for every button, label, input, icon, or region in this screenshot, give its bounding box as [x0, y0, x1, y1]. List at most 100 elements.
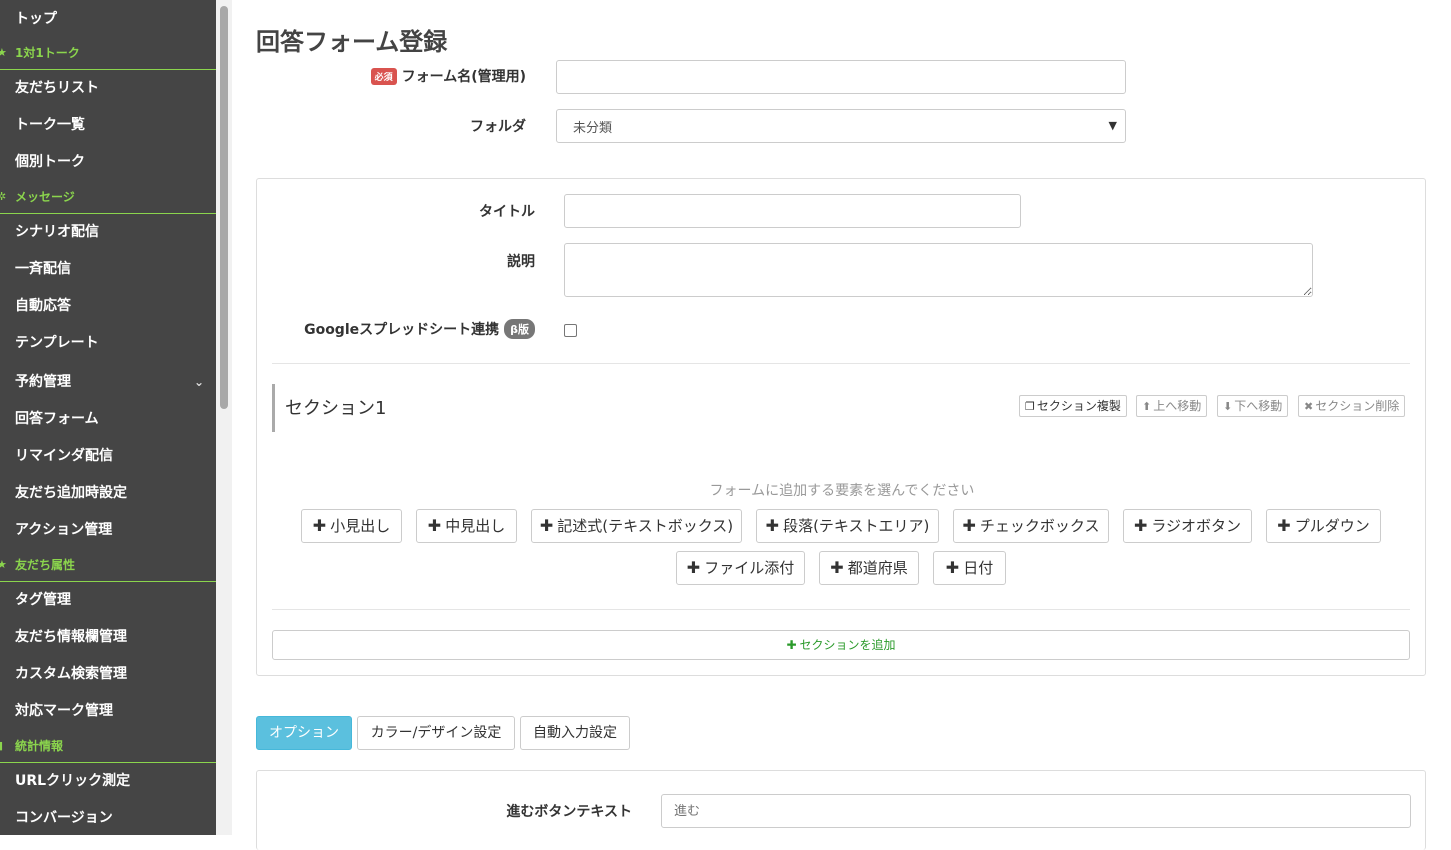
sidebar-item-talk-list[interactable]: トーク一覧 — [0, 107, 216, 144]
section-copy-label: セクション複製 — [1036, 399, 1121, 413]
close-icon: ✖ — [1304, 400, 1314, 413]
description-textarea[interactable] — [564, 243, 1313, 297]
sidebar-item-label: 自動応答 — [15, 298, 71, 314]
arrow-up-icon: ⬆ — [1142, 400, 1152, 413]
divider — [272, 609, 1410, 610]
element-label: 都道府県 — [847, 559, 908, 577]
form-name-input[interactable] — [556, 60, 1126, 94]
sidebar-item-friend-add-settings[interactable]: 友だち追加時設定 — [0, 475, 216, 512]
tab-autofill[interactable]: 自動入力設定 — [520, 716, 630, 750]
section-copy-button[interactable]: ❐ セクション複製 — [1019, 395, 1127, 417]
element-label: 小見出し — [330, 517, 391, 535]
star-icon: ★ — [0, 558, 7, 571]
sidebar-section-message: ✲ メッセージ — [0, 181, 216, 214]
next-button-text-label: 進むボタンテキスト — [506, 804, 632, 820]
sidebar: トップ ★ 1対1トーク 友だちリスト トーク一覧 個別トーク ✲ メッセージ シナ… — [0, 0, 216, 835]
plus-icon: ✚ — [962, 516, 976, 535]
sidebar-item-marks[interactable]: 対応マーク管理 — [0, 693, 216, 730]
move-up-label: 上へ移動 — [1153, 399, 1202, 413]
plus-icon: ✚ — [427, 516, 442, 535]
folder-select[interactable]: 未分類 ▼ — [556, 109, 1126, 143]
sidebar-section-stats: ▮ 統計情報 — [0, 730, 216, 763]
sidebar-section-label: 1対1トーク — [15, 46, 80, 60]
section-delete-button[interactable]: ✖ セクション削除 — [1298, 395, 1406, 417]
sidebar-item-label: トップ — [15, 11, 57, 27]
sidebar-item-label: 回答フォーム — [15, 411, 99, 427]
sidebar-item-broadcast[interactable]: 一斉配信 — [0, 251, 216, 288]
section-marker — [272, 384, 275, 432]
sidebar-item-url-click[interactable]: URLクリック測定 — [0, 763, 216, 800]
add-section-button[interactable]: ✚ セクションを追加 — [272, 630, 1410, 660]
element-label: 中見出し — [445, 517, 506, 535]
scrollbar[interactable] — [216, 0, 232, 835]
sidebar-item-action[interactable]: アクション管理 — [0, 512, 216, 549]
copy-icon: ❐ — [1025, 400, 1035, 413]
divider — [272, 363, 1410, 364]
description-label: 説明 — [507, 254, 535, 270]
add-section-label: セクションを追加 — [799, 638, 896, 652]
move-down-button[interactable]: ⬇ 下へ移動 — [1217, 395, 1289, 417]
sidebar-item-label: 個別トーク — [15, 154, 85, 170]
tab-options[interactable]: オプション — [256, 716, 352, 750]
sidebar-item-custom-search[interactable]: カスタム検索管理 — [0, 656, 216, 693]
add-small-heading-button[interactable]: ✚ 小見出し — [301, 509, 402, 543]
sidebar-item-top[interactable]: トップ — [0, 0, 216, 37]
sidebar-item-scenario[interactable]: シナリオ配信 — [0, 214, 216, 251]
add-textarea-button[interactable]: ✚ 段落(テキストエリア) — [756, 509, 939, 543]
required-badge: 必須 — [370, 68, 397, 85]
form-panel: タイトル 説明 Googleスプレッドシート連携 β版 セクション1 ❐ セクション… — [256, 178, 1426, 676]
sidebar-item-answer-form[interactable]: 回答フォーム — [0, 401, 216, 438]
sidebar-item-template[interactable]: テンプレート — [0, 325, 216, 362]
add-textbox-button[interactable]: ✚ 記述式(テキストボックス) — [531, 509, 742, 543]
sidebar-item-label: 友だち追加時設定 — [15, 485, 127, 501]
move-up-button[interactable]: ⬆ 上へ移動 — [1136, 395, 1208, 417]
sidebar-item-conversion[interactable]: コンバージョン — [0, 800, 216, 835]
sidebar-item-individual-talk[interactable]: 個別トーク — [0, 144, 216, 181]
sidebar-item-auto-reply[interactable]: 自動応答 — [0, 288, 216, 325]
sidebar-item-label: 友だち情報欄管理 — [15, 629, 127, 645]
scrollbar-thumb[interactable] — [220, 6, 228, 409]
sidebar-section-talk: ★ 1対1トーク — [0, 37, 216, 70]
next-button-text-input[interactable] — [661, 794, 1411, 828]
plus-icon: ✚ — [686, 558, 701, 577]
sidebar-item-label: 対応マーク管理 — [15, 703, 113, 719]
sidebar-item-reservation[interactable]: 予約管理 ⌄ — [0, 362, 216, 401]
chevron-down-icon: ▼ — [1108, 119, 1117, 132]
sidebar-item-label: テンプレート — [15, 335, 99, 351]
form-name-label: 必須 フォーム名(管理用) — [332, 66, 526, 86]
add-medium-heading-button[interactable]: ✚ 中見出し — [416, 509, 517, 543]
gsheet-checkbox[interactable] — [564, 324, 577, 337]
options-panel: 進むボタンテキスト — [256, 770, 1426, 850]
sidebar-item-label: 友だちリスト — [15, 80, 99, 96]
plus-icon: ✚ — [1133, 516, 1148, 535]
tab-color-design[interactable]: カラー/デザイン設定 — [357, 716, 515, 750]
folder-label: フォルダ — [470, 119, 526, 135]
add-checkbox-button[interactable]: ✚ チェックボックス — [953, 509, 1109, 543]
element-label: チェックボックス — [979, 517, 1100, 535]
folder-selected-value: 未分類 — [573, 120, 613, 136]
section-title: セクション1 — [285, 398, 387, 419]
sidebar-item-friends[interactable]: 友だちリスト — [0, 70, 216, 107]
sidebar-item-tags[interactable]: タグ管理 — [0, 582, 216, 619]
add-pulldown-button[interactable]: ✚ プルダウン — [1266, 509, 1381, 543]
title-input[interactable] — [564, 194, 1021, 228]
star-icon: ★ — [0, 46, 7, 59]
title-label: タイトル — [479, 204, 535, 220]
add-radio-button[interactable]: ✚ ラジオボタン — [1123, 509, 1252, 543]
chevron-down-icon: ⌄ — [193, 375, 204, 389]
sidebar-item-label: 一斉配信 — [15, 261, 71, 277]
plus-icon: ✚ — [1277, 516, 1291, 535]
page-title: 回答フォーム登録 — [256, 28, 448, 56]
sidebar-item-reminder[interactable]: リマインダ配信 — [0, 438, 216, 475]
add-prefecture-button[interactable]: ✚ 都道府県 — [819, 551, 919, 585]
element-label: 日付 — [963, 559, 994, 577]
sidebar-item-label: タグ管理 — [15, 592, 71, 608]
add-date-button[interactable]: ✚ 日付 — [933, 551, 1006, 585]
element-label: プルダウン — [1294, 517, 1370, 535]
chart-icon: ▮ — [0, 739, 4, 752]
sidebar-section-label: 統計情報 — [15, 739, 64, 753]
add-file-button[interactable]: ✚ ファイル添付 — [676, 551, 805, 585]
form-name-label-text: フォーム名(管理用) — [401, 69, 526, 85]
sidebar-item-friend-info[interactable]: 友だち情報欄管理 — [0, 619, 216, 656]
element-label: 記述式(テキストボックス) — [557, 517, 734, 535]
